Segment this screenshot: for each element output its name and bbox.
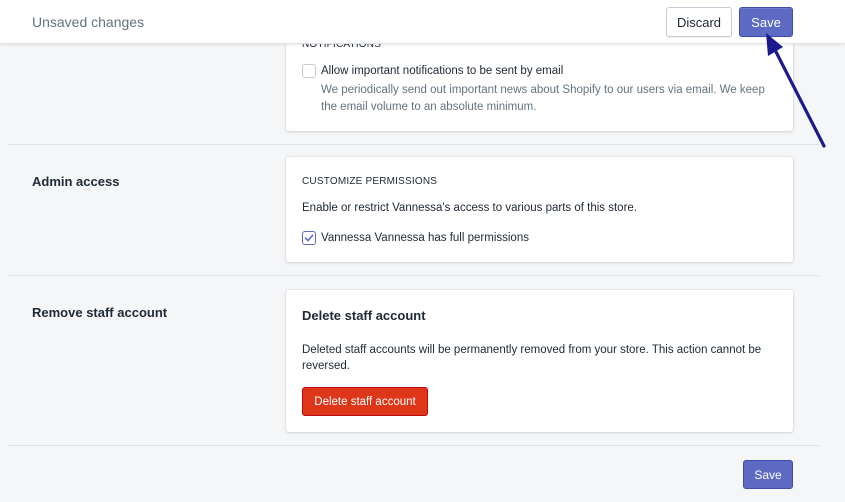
arrow-annotation-icon bbox=[766, 33, 826, 148]
discard-button[interactable]: Discard bbox=[666, 7, 732, 37]
delete-description-line-1: Deleted staff accounts will be permanent… bbox=[302, 344, 762, 356]
notifications-help-line-2: the email volume to an absolute minimum. bbox=[321, 101, 537, 113]
delete-staff-title: Delete staff account bbox=[302, 308, 426, 323]
save-button-bottom[interactable]: Save bbox=[743, 460, 793, 489]
email-notifications-checkbox[interactable] bbox=[302, 64, 316, 78]
full-permissions-checkbox[interactable] bbox=[302, 231, 316, 245]
email-notifications-label: Allow important notifications to be sent… bbox=[321, 65, 564, 77]
section-divider bbox=[8, 144, 819, 145]
admin-access-label: Admin access bbox=[32, 174, 120, 189]
section-divider bbox=[8, 275, 819, 276]
delete-description-line-2: reversed. bbox=[302, 360, 350, 372]
unsaved-changes-title: Unsaved changes bbox=[32, 14, 145, 30]
permissions-description: Enable or restrict Vannessa's access to … bbox=[302, 202, 637, 214]
full-permissions-label: Vannessa Vannessa has full permissions bbox=[321, 232, 529, 244]
customize-permissions-heading: CUSTOMIZE PERMISSIONS bbox=[302, 176, 438, 187]
unsaved-changes-bar: Unsaved changes Discard Save bbox=[0, 0, 845, 44]
remove-staff-label: Remove staff account bbox=[32, 305, 168, 320]
checkmark-icon bbox=[304, 234, 314, 242]
section-divider bbox=[8, 445, 819, 446]
notifications-help-line-1: We periodically send out important news … bbox=[321, 84, 765, 96]
delete-staff-account-button[interactable]: Delete staff account bbox=[302, 387, 428, 416]
